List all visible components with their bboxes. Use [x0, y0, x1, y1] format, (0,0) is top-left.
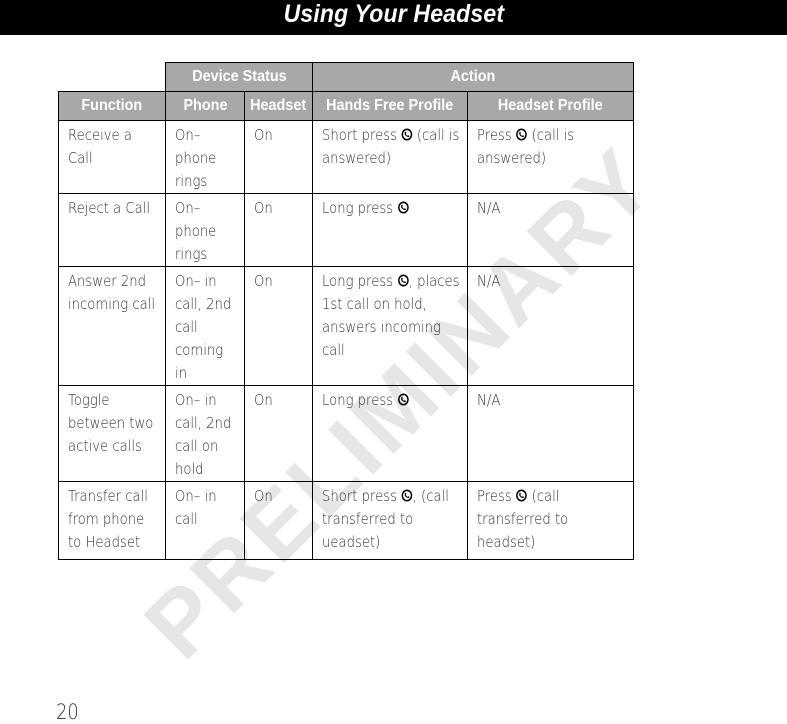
page-header-bar: Using Your Headset — [0, 0, 787, 35]
phone-column-header: Phone — [165, 91, 245, 121]
hands-free-profile-column-header: Hands Free Profile — [312, 91, 468, 121]
action-header-label: Action — [450, 68, 496, 85]
hands-free-profile-cell: Long press — [312, 193, 468, 267]
hands-free-profile-cell: Short press , (call transferred to ueads… — [312, 481, 468, 560]
headset-profile-cell-text-before: N/A — [477, 199, 501, 217]
column-header-row: Function Phone Headset Hands Free Profil… — [58, 91, 634, 121]
phone-status-cell: On– in call — [165, 481, 245, 560]
headset-profile-cell: N/A — [467, 266, 634, 386]
hands-free-profile-cell-text: Long press — [322, 389, 461, 412]
empty-header-cell — [58, 62, 166, 92]
headset-profile-cell-text: Press (call is answered) — [477, 124, 627, 170]
hands-free-profile-cell-text-before: Long press — [322, 272, 398, 290]
function-cell: Answer 2nd incoming call — [58, 266, 166, 386]
hands-free-profile-cell: Short press (call is answered) — [312, 120, 468, 194]
hands-free-profile-column-label: Hands Free Profile — [326, 97, 454, 114]
hands-free-profile-cell: Long press , places 1st call on hold, an… — [312, 266, 468, 386]
phone-status-cell: On– in call, 2nd call on hold — [165, 385, 245, 482]
table-row: Reject a Call On– phone rings On Long press… — [58, 193, 634, 267]
table-row: Receive a Call On– phone rings On Short pre… — [58, 120, 634, 194]
hands-free-profile-cell-text: Short press , (call transferred to ueads… — [322, 485, 461, 554]
hands-free-profile-cell-text-before: Short press — [322, 126, 402, 144]
function-column-label: Function — [81, 97, 143, 114]
phone-status-cell-text: On– phone rings — [175, 126, 217, 190]
headset-column-header: Headset — [244, 91, 313, 121]
headset-status-cell: On — [244, 193, 313, 267]
hands-free-profile-cell: Long press — [312, 385, 468, 482]
table-row: Transfer call from phone to Headset On– i… — [58, 481, 634, 560]
headset-profile-cell: N/A — [467, 193, 634, 267]
headset-status-cell-text: On — [254, 126, 273, 144]
hands-free-profile-cell-text-before: Short press — [322, 487, 402, 505]
device-status-header: Device Status — [165, 62, 313, 92]
headset-status-cell: On — [244, 266, 313, 386]
hands-free-profile-cell-text: Short press (call is answered) — [322, 124, 461, 170]
function-cell-text: Answer 2nd incoming call — [68, 272, 156, 313]
phone-button-icon — [401, 486, 413, 502]
phone-status-cell-text: On– in call, 2nd call on hold — [175, 391, 232, 478]
hands-free-profile-cell-text-before: Long press — [322, 391, 398, 409]
headset-profile-cell-text-before: N/A — [477, 272, 501, 290]
headset-profile-column-label: Headset Profile — [498, 97, 603, 114]
headset-status-cell-text: On — [254, 272, 273, 290]
table-row: Toggle between two active calls On– in ca… — [58, 385, 634, 482]
page-number: 20 — [56, 700, 79, 724]
phone-status-cell: On– phone rings — [165, 120, 245, 194]
headset-status-cell: On — [244, 385, 313, 482]
headset-profile-cell-text-before: Press — [477, 126, 516, 144]
phone-status-cell-text: On– phone rings — [175, 199, 217, 263]
function-cell: Toggle between two active calls — [58, 385, 166, 482]
headset-profile-cell: Press (call is answered) — [467, 120, 634, 194]
hands-free-profile-cell-text: Long press — [322, 197, 461, 220]
headset-profile-cell-text: Press (call transferred to headset) — [477, 485, 627, 554]
function-cell: Transfer call from phone to Headset — [58, 481, 166, 560]
headset-status-cell-text: On — [254, 199, 273, 217]
table-row: Answer 2nd incoming call On– in call, 2nd… — [58, 266, 634, 386]
phone-button-icon — [401, 125, 413, 141]
headset-status-cell: On — [244, 481, 313, 560]
headset-profile-cell-text-before: Press — [477, 487, 516, 505]
phone-status-cell: On– phone rings — [165, 193, 245, 267]
headset-column-label: Headset — [250, 97, 307, 114]
phone-status-cell-text: On– in call — [175, 487, 217, 528]
headset-functions-table: Device Status Action Function Phone Head… — [58, 62, 634, 560]
function-cell-text: Toggle between two active calls — [68, 391, 154, 455]
headset-profile-cell-text-before: N/A — [477, 391, 501, 409]
headset-profile-cell-text: N/A — [477, 197, 627, 220]
device-status-header-label: Device Status — [191, 68, 287, 85]
headset-profile-cell: Press (call transferred to headset) — [467, 481, 634, 560]
headset-profile-cell-text: N/A — [477, 270, 627, 293]
headset-profile-column-header: Headset Profile — [467, 91, 634, 121]
headset-status-cell-text: On — [254, 391, 273, 409]
headset-profile-cell-text: N/A — [477, 389, 627, 412]
function-cell: Reject a Call — [58, 193, 166, 267]
phone-status-cell: On– in call, 2nd call coming in — [165, 266, 245, 386]
page-title: Using Your Headset — [283, 0, 504, 28]
headset-status-cell-text: On — [254, 487, 273, 505]
phone-button-icon — [397, 390, 409, 406]
function-cell-text: Transfer call from phone to Headset — [68, 487, 148, 551]
phone-button-icon — [397, 198, 409, 214]
function-cell-text: Receive a Call — [68, 126, 132, 167]
action-header: Action — [312, 62, 634, 92]
function-column-header: Function — [58, 91, 166, 121]
hands-free-profile-cell-text-before: Long press — [322, 199, 398, 217]
headset-status-cell: On — [244, 120, 313, 194]
function-cell: Receive a Call — [58, 120, 166, 194]
phone-status-cell-text: On– in call, 2nd call coming in — [175, 272, 232, 382]
function-cell-text: Reject a Call — [68, 199, 151, 217]
phone-button-icon — [397, 271, 409, 287]
hands-free-profile-cell-text: Long press , places 1st call on hold, an… — [322, 270, 461, 362]
headset-profile-cell: N/A — [467, 385, 634, 482]
group-header-row: Device Status Action — [58, 62, 634, 92]
phone-button-icon — [516, 125, 527, 141]
phone-button-icon — [516, 486, 527, 502]
phone-column-label: Phone — [182, 97, 227, 114]
